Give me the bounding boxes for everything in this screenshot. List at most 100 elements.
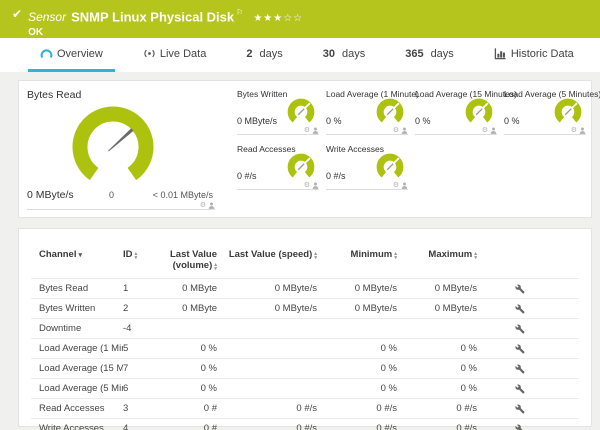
cell-maximum: 0 %	[460, 363, 477, 374]
gauges-panel: Bytes Read 0 MByte/s 0 < 0.01 MByte/s ⚙ …	[18, 80, 600, 218]
cell-last-volume: 0 #	[203, 423, 217, 430]
table-row[interactable]: Bytes Written 2 0 MByte 0 MByte/s 0 MByt…	[31, 298, 579, 319]
cell-last-volume: 0 %	[200, 363, 217, 374]
user-access-icon[interactable]	[208, 202, 215, 209]
table-row[interactable]: Load Average (1 Min... 5 0 % 0 % 0 %	[31, 338, 579, 359]
tab-number: 30	[322, 47, 335, 60]
cell-id: 5	[123, 343, 129, 354]
channel-settings-gear-icon[interactable]: ⚙	[393, 127, 399, 134]
priority-stars[interactable]: ★★★☆☆	[253, 13, 303, 24]
cell-id: 6	[123, 383, 129, 394]
tab-overview[interactable]: Overview	[28, 38, 115, 72]
gauge-divider: ⚙	[237, 127, 319, 135]
tab-bar: Overview Live Data 2 days 30 days 365 da…	[0, 38, 600, 72]
column-header-channel[interactable]: Channel ▾	[31, 249, 123, 279]
channel-settings-gear-icon[interactable]: ⚙	[304, 182, 310, 189]
tab-number: 365	[405, 47, 424, 60]
cell-last-speed: 0 #/s	[296, 423, 317, 430]
cell-channel: Bytes Read	[39, 283, 89, 294]
column-header-maximum[interactable]: Maximum ▴ ▾	[397, 249, 477, 279]
tab-live-data[interactable]: Live Data	[131, 38, 218, 72]
wrench-icon[interactable]	[515, 363, 525, 374]
table-row[interactable]: Bytes Read 1 0 MByte 0 MByte/s 0 MByte/s…	[31, 278, 579, 299]
wrench-icon[interactable]	[515, 283, 525, 294]
cell-maximum: 0 #/s	[456, 423, 477, 430]
tab-30-days[interactable]: 30 days	[311, 38, 378, 72]
user-access-icon[interactable]	[312, 182, 319, 189]
gauge-divider: ⚙	[415, 127, 497, 135]
status-ok-check-icon: ✔	[12, 7, 23, 21]
table-row[interactable]: Write Accesses 4 0 # 0 #/s 0 #/s 0 #/s	[31, 418, 579, 430]
column-header-minimum[interactable]: Minimum ▴ ▾	[317, 249, 397, 279]
wrench-icon[interactable]	[515, 343, 525, 354]
wrench-icon[interactable]	[515, 424, 525, 430]
wrench-icon[interactable]	[515, 303, 525, 314]
gauge-max-label: < 0.01 MByte/s	[152, 190, 213, 200]
column-header-actions	[477, 249, 579, 279]
tab-historic-data[interactable]: Historic Data	[482, 38, 586, 72]
cell-channel: Downtime	[39, 323, 82, 334]
tab-365-days[interactable]: 365 days	[393, 38, 466, 72]
tab-2-days[interactable]: 2 days	[234, 38, 294, 72]
wrench-icon[interactable]	[515, 403, 525, 414]
column-header-id[interactable]: ID ▴ ▾	[123, 249, 153, 279]
user-access-icon[interactable]	[579, 127, 586, 134]
gauge-current-value: 0 %	[415, 116, 431, 126]
channel-settings-gear-icon[interactable]: ⚙	[304, 127, 310, 134]
gauge-read-accesses: Read Accesses 0 #/s ⚙	[237, 144, 319, 190]
cell-id: 4	[123, 423, 129, 430]
column-header-last-value-speed[interactable]: Last Value (speed) ▴ ▾	[217, 249, 317, 279]
user-access-icon[interactable]	[401, 127, 408, 134]
cell-last-volume	[153, 319, 217, 339]
bar-chart-icon	[494, 48, 506, 60]
gauge-dial	[554, 98, 582, 123]
gauge-divider: ⚙	[27, 201, 215, 210]
user-access-icon[interactable]	[490, 127, 497, 134]
table-row[interactable]: Read Accesses 3 0 # 0 #/s 0 #/s 0 #/s	[31, 398, 579, 419]
sensor-header: ✔ Sensor SNMP Linux Physical Disk ⚐ ★★★☆☆ O…	[0, 0, 600, 38]
user-access-icon[interactable]	[401, 182, 408, 189]
wrench-icon[interactable]	[515, 383, 525, 394]
object-kind-label: Sensor	[28, 10, 67, 25]
gauge-title: Read Accesses	[237, 144, 296, 154]
cell-maximum: 0 MByte/s	[434, 303, 477, 314]
cell-id: 1	[123, 283, 129, 294]
prtg-sensor-page: ✔ Sensor SNMP Linux Physical Disk ⚐ ★★★☆☆ O…	[0, 0, 600, 430]
pause-flag-icon[interactable]: ⚐	[236, 8, 243, 17]
table-row[interactable]: Load Average (5 Min... 6 0 % 0 % 0 %	[31, 378, 579, 399]
cell-channel: Read Accesses	[39, 403, 105, 414]
user-access-icon[interactable]	[312, 127, 319, 134]
channel-settings-gear-icon[interactable]: ⚙	[393, 182, 399, 189]
cell-last-speed	[217, 339, 317, 359]
table-header-row: Channel ▾ ID ▴ ▾ Last Value (volume) ▴ ▾ Last …	[31, 249, 579, 279]
gauge-dial	[287, 98, 315, 123]
cell-last-volume: 0 MByte	[182, 303, 217, 314]
channel-settings-gear-icon[interactable]: ⚙	[571, 127, 577, 134]
cell-last-volume: 0 MByte	[182, 283, 217, 294]
cell-last-volume: 0 #	[203, 403, 217, 414]
table-row[interactable]: Load Average (15 Mi... 7 0 % 0 % 0 %	[31, 358, 579, 379]
gauge-title: Load Average (1 Minute)	[326, 89, 419, 99]
cell-maximum: 0 MByte/s	[434, 283, 477, 294]
sensor-status-badge: OK	[28, 27, 44, 39]
gauge-dial	[287, 153, 315, 178]
column-header-last-value-volume[interactable]: Last Value (volume) ▴ ▾	[153, 249, 217, 279]
broadcast-icon	[144, 49, 155, 58]
table-row[interactable]: Downtime -4	[31, 318, 579, 339]
channel-table: Channel ▾ ID ▴ ▾ Last Value (volume) ▴ ▾ Last …	[31, 249, 579, 430]
cell-minimum	[317, 319, 397, 339]
stars-filled[interactable]: ★★★	[253, 13, 283, 24]
gauge-icon	[40, 49, 53, 58]
cell-last-speed: 0 MByte/s	[274, 283, 317, 294]
cell-maximum	[397, 319, 477, 339]
gauge-min-label: 0	[109, 190, 115, 200]
wrench-icon[interactable]	[515, 323, 525, 334]
channel-settings-gear-icon[interactable]: ⚙	[200, 202, 206, 209]
sort-icon: ▴ ▾	[214, 262, 217, 272]
tab-number: 2	[246, 47, 253, 60]
sort-desc-icon: ▾	[78, 252, 82, 259]
cell-channel: Load Average (1 Min...	[39, 343, 123, 354]
channel-settings-gear-icon[interactable]: ⚙	[482, 127, 488, 134]
cell-minimum: 0 MByte/s	[354, 283, 397, 294]
stars-empty[interactable]: ☆☆	[283, 13, 303, 24]
